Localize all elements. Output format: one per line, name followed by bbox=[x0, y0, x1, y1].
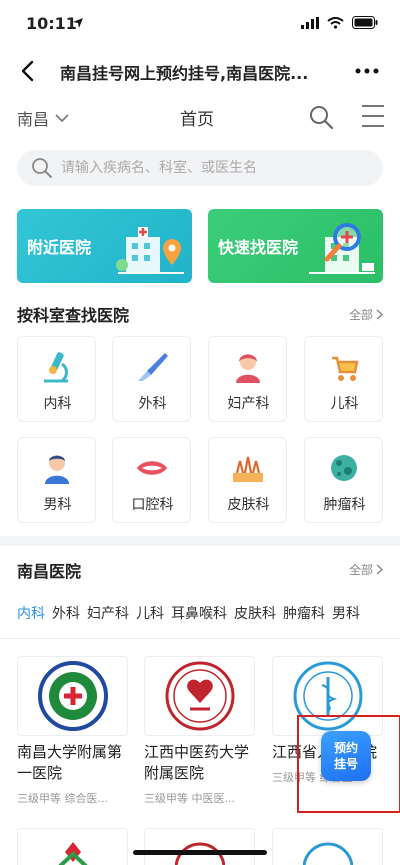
quick-find-hospital-banner[interactable]: 快速找医院 bbox=[208, 209, 383, 283]
hospital-card[interactable]: 江西中医药大学附属医院 三级甲等 中医医... bbox=[144, 656, 255, 806]
man-icon bbox=[39, 450, 75, 486]
hospitals-all-label: 全部 bbox=[348, 563, 373, 577]
hospital-name: 南昌大学附属第一医院 bbox=[17, 743, 123, 782]
tab-oncology[interactable]: 肿瘤科 bbox=[283, 603, 325, 633]
stroller-icon bbox=[326, 349, 362, 385]
nearby-hospitals-label: 附近医院 bbox=[27, 238, 92, 257]
chevron-right-icon bbox=[376, 564, 383, 575]
menu-icon bbox=[362, 105, 384, 127]
nav-bar: 南昌挂号网上预约挂号,南昌医院... bbox=[0, 48, 400, 94]
tabs-divider bbox=[0, 638, 400, 639]
dept-label: 皮肤科 bbox=[227, 497, 270, 513]
hospital-building-icon bbox=[116, 227, 184, 274]
status-time: 10:11 bbox=[26, 14, 77, 33]
quick-find-hospital-label: 快速找医院 bbox=[218, 238, 299, 257]
header-search-button[interactable] bbox=[308, 104, 334, 134]
dept-card-pediatrics[interactable]: 儿科 bbox=[304, 336, 383, 422]
hospital-meta: 三级甲等 中医医... bbox=[144, 792, 235, 805]
hospital-logo bbox=[17, 656, 128, 736]
tab-dermatology[interactable]: 皮肤科 bbox=[234, 603, 276, 633]
hospital-emblem-icon bbox=[302, 842, 353, 865]
dept-card-oncology[interactable]: 肿瘤科 bbox=[304, 437, 383, 523]
tab-surgery[interactable]: 外科 bbox=[52, 603, 80, 633]
tab-andrology[interactable]: 男科 bbox=[332, 603, 360, 633]
city-selector[interactable]: 南昌 bbox=[17, 106, 69, 130]
hospital-name: 江西中医药大学附属医院 bbox=[144, 743, 250, 782]
dept-card-obgyn[interactable]: 妇产科 bbox=[208, 336, 287, 422]
hospital-meta: 三级甲等 综合医... bbox=[17, 792, 108, 805]
header-menu-button[interactable] bbox=[361, 103, 385, 133]
status-bar: 10:11 bbox=[0, 0, 400, 48]
search-icon bbox=[32, 158, 52, 178]
tab-internal[interactable]: 内科 bbox=[17, 603, 45, 633]
microscope-icon bbox=[39, 349, 75, 385]
tab-ent[interactable]: 耳鼻喉科 bbox=[171, 603, 227, 633]
hospital-card-partial[interactable] bbox=[144, 828, 255, 865]
hospitals-all-link[interactable]: 全部 bbox=[349, 561, 383, 578]
departments-title: 按科室查找医院 bbox=[17, 306, 130, 325]
page-header: 南昌 首页 bbox=[0, 98, 400, 138]
nearby-hospitals-banner[interactable]: 附近医院 bbox=[17, 209, 192, 283]
hospital-card-partial[interactable] bbox=[272, 828, 383, 865]
chevron-right-icon bbox=[376, 309, 383, 320]
search-input[interactable] bbox=[61, 160, 361, 176]
highlight-frame bbox=[297, 715, 400, 813]
back-button[interactable] bbox=[12, 54, 42, 88]
dept-label: 肿瘤科 bbox=[323, 497, 366, 513]
search-bar[interactable] bbox=[17, 150, 383, 186]
departments-all-link[interactable]: 全部 bbox=[349, 306, 383, 323]
hospital-logo bbox=[144, 656, 255, 736]
more-dots-icon bbox=[355, 68, 379, 74]
dept-card-andrology[interactable]: 男科 bbox=[17, 437, 96, 523]
hospital-emblem-icon bbox=[37, 661, 108, 731]
search-icon bbox=[310, 106, 334, 130]
signal-icon bbox=[301, 16, 319, 29]
hospital-card-partial[interactable] bbox=[17, 828, 128, 865]
page-title: 首页 bbox=[180, 110, 214, 130]
department-tabs: 内科 外科 妇产科 儿科 耳鼻喉科 皮肤科 肿瘤科 男科 bbox=[0, 603, 400, 633]
dept-label: 外科 bbox=[138, 396, 167, 412]
mouth-icon bbox=[134, 450, 170, 486]
hospital-card[interactable]: 南昌大学附属第一医院 三级甲等 综合医... bbox=[17, 656, 128, 806]
wifi-icon bbox=[327, 16, 344, 29]
dept-label: 口腔科 bbox=[131, 497, 174, 513]
city-label: 南昌 bbox=[17, 110, 50, 129]
battery-icon bbox=[352, 16, 378, 29]
home-indicator bbox=[133, 850, 267, 855]
hospitals-title: 南昌医院 bbox=[17, 562, 82, 581]
hospital-emblem-icon bbox=[165, 661, 234, 731]
dept-label: 内科 bbox=[43, 396, 72, 412]
hospital-emblem-icon bbox=[57, 842, 88, 865]
dept-label: 男科 bbox=[43, 497, 72, 513]
tab-pediatrics[interactable]: 儿科 bbox=[136, 603, 164, 633]
tumor-icon bbox=[326, 450, 362, 486]
dept-label: 妇产科 bbox=[227, 396, 270, 412]
nav-title: 南昌挂号网上预约挂号,南昌医院... bbox=[60, 64, 309, 83]
back-arrow-icon bbox=[21, 60, 34, 82]
status-indicators bbox=[301, 16, 378, 29]
chevron-down-icon bbox=[55, 113, 69, 122]
dept-card-internal[interactable]: 内科 bbox=[17, 336, 96, 422]
departments-all-label: 全部 bbox=[348, 308, 373, 322]
skin-icon bbox=[230, 450, 266, 486]
more-button[interactable] bbox=[352, 58, 382, 84]
tab-obgyn[interactable]: 妇产科 bbox=[87, 603, 129, 633]
dept-card-surgery[interactable]: 外科 bbox=[112, 336, 191, 422]
section-divider bbox=[0, 536, 400, 546]
dept-label: 儿科 bbox=[330, 396, 359, 412]
dept-card-dental[interactable]: 口腔科 bbox=[112, 437, 191, 523]
woman-icon bbox=[230, 349, 266, 385]
dept-card-dermatology[interactable]: 皮肤科 bbox=[208, 437, 287, 523]
scalpel-icon bbox=[134, 349, 170, 385]
location-arrow-icon bbox=[73, 18, 83, 28]
hospital-magnifier-icon bbox=[309, 223, 375, 274]
